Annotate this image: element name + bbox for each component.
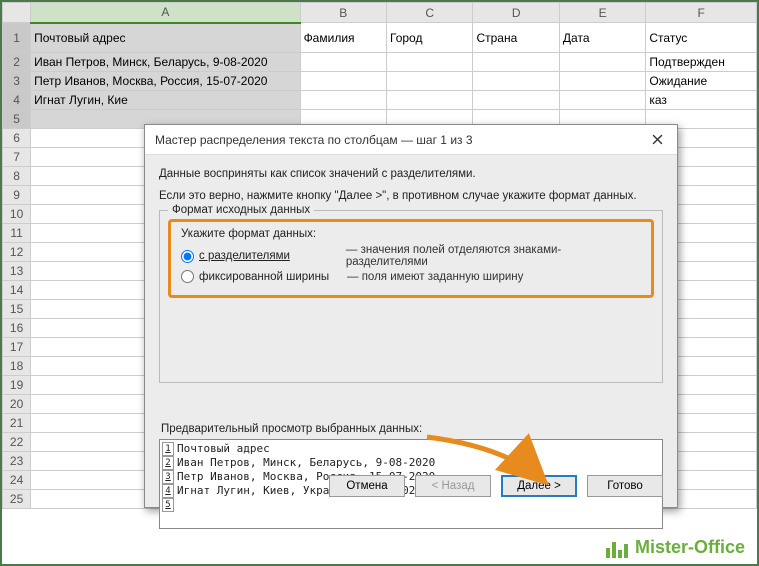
watermark: Mister-Office	[605, 537, 745, 558]
cell[interactable]	[387, 53, 473, 72]
cell[interactable]: Страна	[473, 23, 559, 53]
row-header[interactable]: 5	[3, 110, 31, 129]
row-header[interactable]: 14	[3, 281, 31, 300]
group-legend: Формат исходных данных	[168, 204, 314, 216]
radio-delimited-label: с разделителями	[199, 250, 290, 262]
cell[interactable]: Петр Иванов, Москва, Россия, 15-07-2020	[31, 72, 300, 91]
preview-label: Предварительный просмотр выбранных данны…	[161, 423, 663, 435]
source-format-group: Формат исходных данных Укажите формат да…	[159, 210, 663, 383]
row-header[interactable]: 2	[3, 53, 31, 72]
row-header[interactable]: 17	[3, 338, 31, 357]
highlighted-options: Укажите формат данных: с разделителями —…	[168, 219, 654, 298]
row-header[interactable]: 8	[3, 167, 31, 186]
cell[interactable]: Город	[387, 23, 473, 53]
radio-delimited-input[interactable]	[181, 250, 194, 263]
row-header[interactable]: 4	[3, 91, 31, 110]
row-header[interactable]: 20	[3, 395, 31, 414]
dialog-button-row: Отмена < Назад Далее > Готово	[329, 475, 663, 497]
close-button[interactable]	[645, 129, 669, 151]
cancel-button[interactable]: Отмена	[329, 475, 405, 497]
radio-delimited-desc: — значения полей отделяются знаками-разд…	[346, 244, 641, 268]
dialog-info-line1: Данные восприняты как список значений с …	[159, 167, 663, 183]
cell[interactable]: Подтвержден	[646, 53, 757, 72]
row-header[interactable]: 12	[3, 243, 31, 262]
cell[interactable]: Игнат Лугин, Кие	[31, 91, 300, 110]
row-header[interactable]: 7	[3, 148, 31, 167]
select-all-corner[interactable]	[3, 3, 31, 23]
preview-row: Иван Петров, Минск, Беларусь, 9-08-2020	[177, 456, 435, 470]
dialog-title: Мастер распределения текста по столбцам …	[155, 133, 473, 147]
cell[interactable]: Дата	[559, 23, 645, 53]
row-header[interactable]: 19	[3, 376, 31, 395]
cell[interactable]: Ожидание	[646, 72, 757, 91]
close-icon	[652, 134, 663, 145]
row-header[interactable]: 1	[3, 23, 31, 53]
row-header[interactable]: 3	[3, 72, 31, 91]
row-header[interactable]: 13	[3, 262, 31, 281]
options-subtitle: Укажите формат данных:	[181, 228, 641, 240]
col-header-c[interactable]: C	[387, 3, 473, 23]
radio-fixed-input[interactable]	[181, 270, 194, 283]
row-header[interactable]: 23	[3, 452, 31, 471]
row-header[interactable]: 16	[3, 319, 31, 338]
cell[interactable]	[300, 72, 386, 91]
cell[interactable]: Иван Петров, Минск, Беларусь, 9-08-2020	[31, 53, 300, 72]
cell[interactable]: каз	[646, 91, 757, 110]
back-button: < Назад	[415, 475, 491, 497]
row-header[interactable]: 24	[3, 471, 31, 490]
cell[interactable]	[473, 72, 559, 91]
cell[interactable]	[387, 72, 473, 91]
dialog-info-line2: Если это верно, нажмите кнопку "Далее >"…	[159, 189, 663, 205]
row-header[interactable]: 21	[3, 414, 31, 433]
cell[interactable]	[473, 91, 559, 110]
cell[interactable]	[300, 91, 386, 110]
row-header[interactable]: 10	[3, 205, 31, 224]
radio-fixed-width[interactable]: фиксированной ширины — поля имеют заданн…	[181, 270, 641, 283]
cell[interactable]	[559, 53, 645, 72]
row-header[interactable]: 9	[3, 186, 31, 205]
radio-fixed-label: фиксированной ширины	[199, 271, 347, 283]
radio-delimited[interactable]: с разделителями — значения полей отделяю…	[181, 244, 641, 268]
row-header[interactable]: 15	[3, 300, 31, 319]
cell[interactable]	[300, 53, 386, 72]
text-to-columns-wizard-dialog: Мастер распределения текста по столбцам …	[144, 124, 678, 508]
preview-row: Почтовый адрес	[177, 442, 270, 456]
col-header-f[interactable]: F	[646, 3, 757, 23]
radio-fixed-desc: — поля имеют заданную ширину	[347, 271, 523, 283]
cell[interactable]	[559, 91, 645, 110]
row-header[interactable]: 18	[3, 357, 31, 376]
cell[interactable]: Фамилия	[300, 23, 386, 53]
col-header-d[interactable]: D	[473, 3, 559, 23]
col-header-b[interactable]: B	[300, 3, 386, 23]
next-button[interactable]: Далее >	[501, 475, 577, 497]
row-header[interactable]: 11	[3, 224, 31, 243]
column-header-row[interactable]: A B C D E F	[3, 3, 757, 23]
col-header-a[interactable]: A	[31, 3, 300, 23]
cell[interactable]: Почтовый адрес	[31, 23, 300, 53]
col-header-e[interactable]: E	[559, 3, 645, 23]
cell[interactable]	[473, 53, 559, 72]
cell[interactable]	[387, 91, 473, 110]
row-header[interactable]: 6	[3, 129, 31, 148]
watermark-text: Mister-Office	[635, 537, 745, 558]
finish-button[interactable]: Готово	[587, 475, 663, 497]
cell[interactable]: Статус	[646, 23, 757, 53]
bars-icon	[605, 537, 629, 558]
dialog-titlebar[interactable]: Мастер распределения текста по столбцам …	[145, 125, 677, 155]
row-header[interactable]: 25	[3, 490, 31, 509]
cell[interactable]	[559, 72, 645, 91]
row-header[interactable]: 22	[3, 433, 31, 452]
